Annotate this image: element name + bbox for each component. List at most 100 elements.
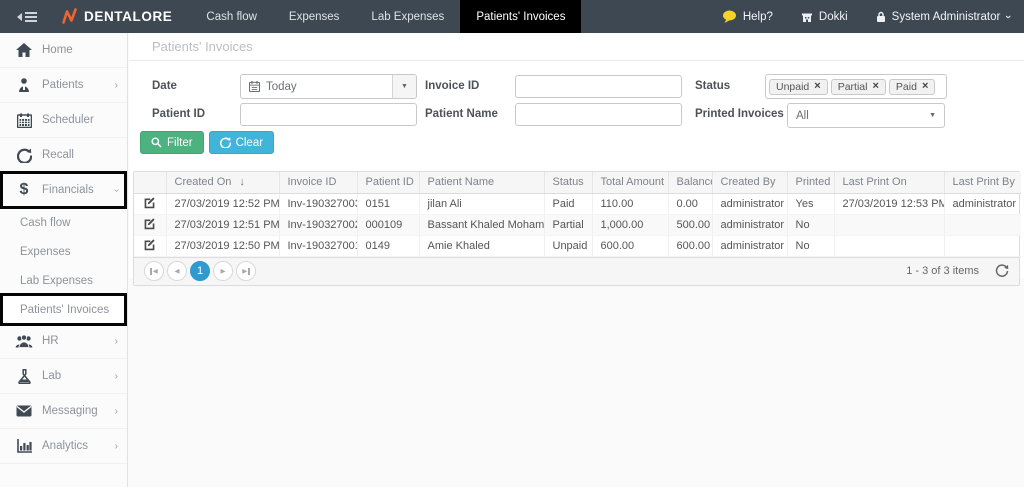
column-status[interactable]: Status xyxy=(544,172,592,193)
cell-patient-id: 0151 xyxy=(357,193,419,214)
help-link[interactable]: Help? xyxy=(708,0,787,33)
status-chip-partial[interactable]: Partial × xyxy=(831,79,886,95)
sidebar-subitem-expenses[interactable]: Expenses xyxy=(0,237,127,266)
date-label: Date xyxy=(152,80,177,92)
invoice-id-label: Invoice ID xyxy=(425,80,479,92)
chevron-down-icon: › xyxy=(1002,15,1014,19)
search-icon xyxy=(151,137,162,148)
tab-patients-invoices[interactable]: Patients' Invoices xyxy=(460,0,581,33)
column-last-print-on[interactable]: Last Print On xyxy=(834,172,944,193)
status-label: Status xyxy=(695,80,730,92)
column-invoice-id[interactable]: Invoice ID xyxy=(279,172,357,193)
sidebar-item-label: Expenses xyxy=(20,246,71,258)
user-menu[interactable]: System Administrator › xyxy=(862,0,1024,33)
cell-created-by: administrator xyxy=(712,193,787,214)
sidebar-item-patients[interactable]: Patients › xyxy=(0,68,127,103)
invoice-id-input[interactable] xyxy=(515,75,682,98)
column-created-by[interactable]: Created By xyxy=(712,172,787,193)
sidebar: Home Patients › Scheduler Recall $ Finan… xyxy=(0,33,128,487)
sidebar-item-label: Patients xyxy=(42,79,84,91)
brand-logo[interactable]: DENTALORE xyxy=(50,0,190,33)
cell-last-print-on xyxy=(834,235,944,256)
lock-icon xyxy=(876,11,886,23)
edit-cell[interactable] xyxy=(134,214,166,235)
sidebar-item-label: Cash flow xyxy=(20,217,71,229)
sidebar-item-label: Patients' Invoices xyxy=(20,304,109,316)
refresh-icon xyxy=(995,264,1009,278)
sidebar-item-scheduler[interactable]: Scheduler xyxy=(0,103,127,138)
cell-created-by: administrator xyxy=(712,214,787,235)
financials-dollar-icon: $ xyxy=(13,182,35,198)
patient-id-input[interactable] xyxy=(240,103,417,126)
pager-last-button[interactable]: ▶ xyxy=(236,261,256,281)
sidebar-item-label: Analytics xyxy=(42,440,88,452)
scheduler-icon xyxy=(13,113,35,128)
sidebar-item-home[interactable]: Home xyxy=(0,33,127,68)
remove-chip-icon[interactable]: × xyxy=(872,81,878,92)
edit-icon xyxy=(143,217,156,230)
sidebar-item-label: HR xyxy=(42,335,59,347)
pager-next-button[interactable]: ▶ xyxy=(213,261,233,281)
status-chip-paid[interactable]: Paid × xyxy=(889,79,935,95)
tab-expenses[interactable]: Expenses xyxy=(273,0,356,33)
column-last-print-by[interactable]: Last Print By xyxy=(944,172,1021,193)
brand-name: DENTALORE xyxy=(84,9,172,24)
printed-invoices-select[interactable]: All ▼ xyxy=(787,103,945,128)
sidebar-item-messaging[interactable]: Messaging › xyxy=(0,394,127,429)
status-multiselect[interactable]: Unpaid × Partial × Paid × xyxy=(765,74,947,99)
clear-button[interactable]: Clear xyxy=(209,131,274,154)
edit-cell[interactable] xyxy=(134,193,166,214)
cell-last-print-on: 27/03/2019 12:53 PM xyxy=(834,193,944,214)
cell-total-amount: 1,000.00 xyxy=(592,214,668,235)
pager-first-icon: ◀ xyxy=(153,267,158,275)
dentalore-logo-icon xyxy=(62,8,77,25)
sidebar-subitem-lab-expenses[interactable]: Lab Expenses xyxy=(0,266,127,295)
remove-chip-icon[interactable]: × xyxy=(814,81,820,92)
pager-prev-button[interactable]: ◀ xyxy=(167,261,187,281)
tab-cash-flow[interactable]: Cash flow xyxy=(190,0,273,33)
tab-lab-expenses[interactable]: Lab Expenses xyxy=(355,0,460,33)
date-select[interactable]: Today ▼ xyxy=(240,74,417,99)
hr-people-icon xyxy=(13,335,35,348)
sidebar-collapse-button[interactable] xyxy=(0,0,50,33)
remove-chip-icon[interactable]: × xyxy=(922,81,928,92)
sidebar-item-lab[interactable]: Lab › xyxy=(0,359,127,394)
grid-pager: ◀ ◀ 1 ▶ ▶ 1 - 3 of 3 items xyxy=(134,257,1019,285)
chevron-right-icon: › xyxy=(115,336,118,347)
sidebar-item-recall[interactable]: Recall xyxy=(0,138,127,173)
sidebar-subitem-patients-invoices[interactable]: Patients' Invoices xyxy=(0,295,127,324)
status-chip-unpaid[interactable]: Unpaid × xyxy=(769,79,828,95)
patient-name-input[interactable] xyxy=(515,103,682,126)
invoices-grid: Created On↓ Invoice ID Patient ID Patien… xyxy=(133,171,1020,286)
sidebar-item-financials[interactable]: $ Financials › xyxy=(0,173,127,208)
cell-invoice-id: Inv-190327003 xyxy=(279,193,357,214)
column-total-amount[interactable]: Total Amount xyxy=(592,172,668,193)
column-balance[interactable]: Balance xyxy=(668,172,712,193)
sort-descending-icon: ↓ xyxy=(239,176,245,188)
branch-selector[interactable]: Dokki xyxy=(787,0,862,33)
cell-balance: 0.00 xyxy=(668,193,712,214)
column-patient-id[interactable]: Patient ID xyxy=(357,172,419,193)
page-title: Patients' Invoices xyxy=(152,39,253,54)
cell-total-amount: 600.00 xyxy=(592,235,668,256)
pager-first-button[interactable]: ◀ xyxy=(144,261,164,281)
column-printed[interactable]: Printed xyxy=(787,172,834,193)
cell-last-print-by: administrator xyxy=(944,193,1021,214)
filter-panel: Date Today ▼ Invoice ID Status Unpaid × xyxy=(129,61,1024,171)
grid-refresh-button[interactable] xyxy=(995,264,1009,278)
date-select-arrow-button[interactable]: ▼ xyxy=(392,75,416,98)
sidebar-subitem-cash-flow[interactable]: Cash flow xyxy=(0,208,127,237)
sidebar-item-analytics[interactable]: Analytics › xyxy=(0,429,127,464)
sidebar-item-label: Messaging xyxy=(42,405,98,417)
pager-page-1[interactable]: 1 xyxy=(190,261,210,281)
edit-cell[interactable] xyxy=(134,235,166,256)
column-created-on[interactable]: Created On↓ xyxy=(166,172,279,193)
sidebar-item-label: Lab Expenses xyxy=(20,275,93,287)
sidebar-item-hr[interactable]: HR › xyxy=(0,324,127,359)
edit-column-header xyxy=(134,172,166,193)
cell-balance: 600.00 xyxy=(668,235,712,256)
filter-button[interactable]: Filter xyxy=(140,131,204,154)
chevron-right-icon: › xyxy=(115,80,118,91)
column-patient-name[interactable]: Patient Name xyxy=(419,172,544,193)
table-row: 27/03/2019 12:50 PM Inv-190327001 0149 A… xyxy=(134,235,1021,256)
